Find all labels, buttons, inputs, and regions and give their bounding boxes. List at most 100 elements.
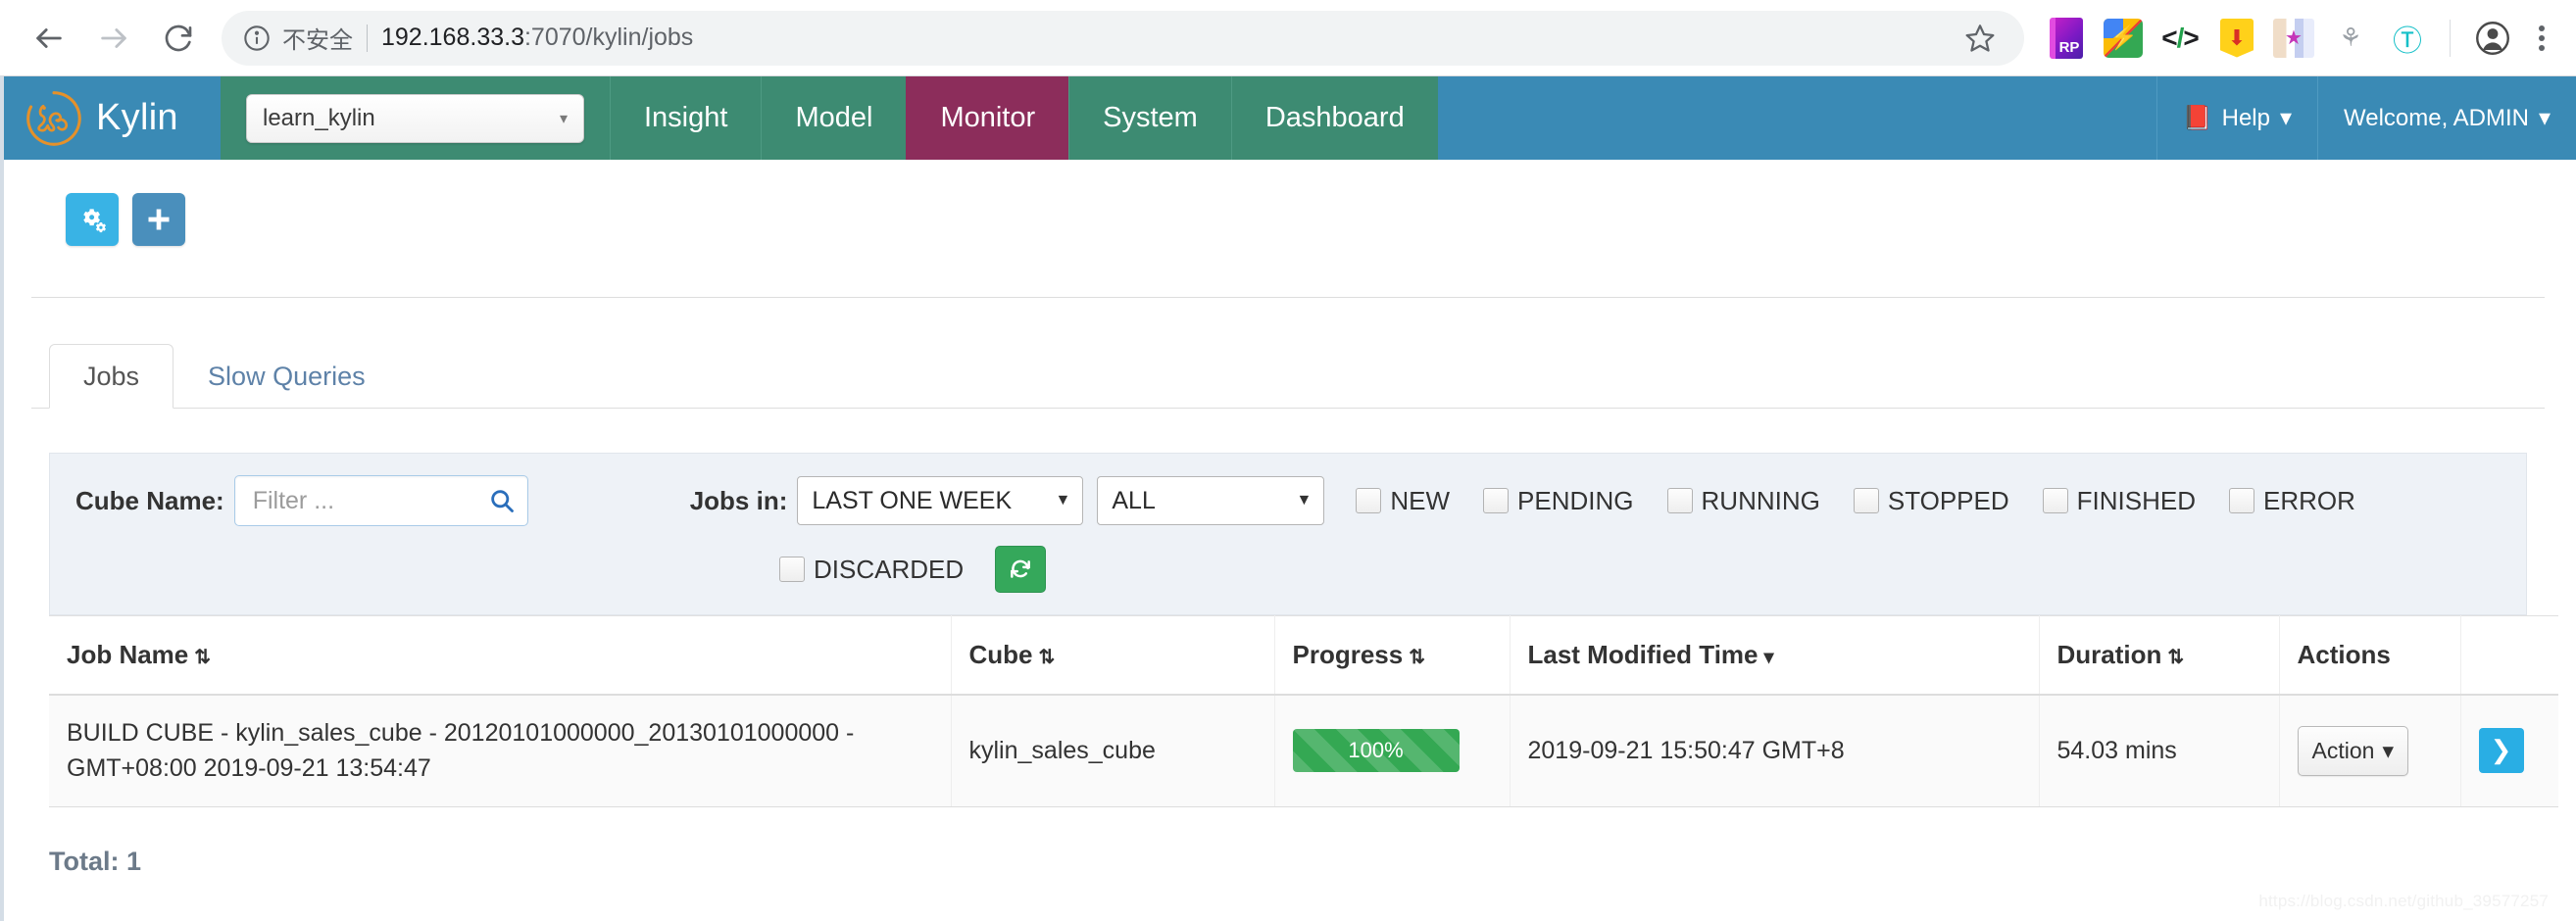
time-range-value: LAST ONE WEEK — [812, 486, 1013, 514]
chrome-menu-icon[interactable] — [2529, 24, 2554, 51]
checkbox-label-finished: FINISHED — [2076, 485, 2196, 515]
status-checkbox-error[interactable]: ERROR — [2228, 486, 2371, 516]
status-select[interactable]: ALL ▼ — [1097, 476, 1325, 525]
checkbox-label-discarded: DISCARDED — [814, 554, 965, 584]
nav-item-monitor[interactable]: Monitor — [906, 76, 1069, 160]
cell-cube: kylin_sales_cube — [951, 695, 1275, 807]
plus-icon — [148, 209, 170, 230]
nav-item-insight[interactable]: Insight — [610, 76, 761, 160]
chevron-down-icon: ▾ — [559, 110, 568, 127]
checkbox-discarded[interactable] — [779, 557, 805, 582]
table-header-row: Job Name ⇅ Cube ⇅ Progress ⇅ Last Modified … — [49, 615, 2558, 696]
checkbox-pending[interactable] — [1483, 488, 1510, 513]
address-bar[interactable]: 不安全 192.168.33.3:7070/kylin/jobs — [222, 10, 2024, 66]
column-label-progress: Progress — [1292, 640, 1404, 669]
progress-bar-wrap: 100% — [1292, 729, 1460, 773]
refresh-icon — [1011, 559, 1031, 578]
column-label-job-name: Job Name — [67, 640, 189, 669]
cell-progress: 100% — [1274, 695, 1511, 807]
chevron-down-icon: ▾ — [2382, 737, 2394, 763]
brand-title: Kylin — [96, 97, 178, 138]
project-select[interactable]: learn_kylin ▾ — [246, 93, 584, 143]
status-checkbox-finished[interactable]: FINISHED — [2042, 485, 2211, 516]
column-label-actions: Actions — [2297, 640, 2391, 669]
rp-extension-icon[interactable]: RP — [2046, 17, 2087, 59]
cell-duration: 54.03 mins — [2039, 695, 2280, 807]
t-extension-icon[interactable]: Ⓣ — [2387, 18, 2428, 59]
checkbox-stopped[interactable] — [1853, 488, 1879, 513]
jobs-filter-panel: Cube Name: Jobs in: LAST ONE WEEK ▼ ALL … — [49, 453, 2527, 615]
tab-jobs[interactable]: Jobs — [49, 344, 174, 409]
checkbox-running[interactable] — [1666, 488, 1693, 513]
profile-avatar-icon[interactable] — [2472, 18, 2513, 59]
action-dropdown-button[interactable]: Action ▾ — [2297, 725, 2408, 776]
checkbox-label-pending: PENDING — [1517, 485, 1634, 515]
cube-name-filter[interactable] — [233, 475, 528, 526]
column-label-duration: Duration — [2056, 640, 2162, 669]
checkbox-label-running: RUNNING — [1701, 485, 1820, 515]
status-checkbox-discarded[interactable]: DISCARDED — [779, 555, 979, 585]
toolbar-divider-line — [31, 297, 2545, 298]
sitemap-extension-icon[interactable]: ⚘ — [2330, 18, 2371, 59]
status-checkbox-pending[interactable]: PENDING — [1483, 486, 1649, 516]
checkbox-new[interactable] — [1356, 488, 1382, 513]
jobs-table: Job Name ⇅ Cube ⇅ Progress ⇅ Last Modified … — [49, 615, 2558, 807]
checkbox-finished[interactable] — [2042, 488, 2068, 513]
column-header-cube[interactable]: Cube ⇅ — [951, 615, 1275, 696]
sort-icon-duration[interactable]: ⇅ — [2167, 645, 2184, 669]
forward-button[interactable] — [86, 11, 141, 66]
lanzou-extension-icon[interactable] — [2103, 18, 2144, 59]
info-circle-icon[interactable] — [243, 24, 271, 52]
status-checkbox-running[interactable]: RUNNING — [1666, 485, 1836, 516]
cell-detail: ❯ — [2460, 695, 2558, 807]
page-content: Jobs Slow Queries Cube Name: Jobs in: LA… — [0, 160, 2576, 877]
url-path: :7070/kylin/jobs — [523, 24, 694, 51]
user-menu-label: Welcome, ADMIN — [2344, 104, 2529, 131]
main-nav-items: Insight Model Monitor System Dashboard — [610, 76, 1438, 160]
tab-slow-queries[interactable]: Slow Queries — [173, 344, 400, 409]
sort-icon-last-modified[interactable]: ▾ — [1764, 645, 1774, 669]
add-button[interactable] — [132, 193, 185, 246]
table-row[interactable]: BUILD CUBE - kylin_sales_cube - 20120101… — [49, 695, 2558, 807]
status-checkbox-stopped[interactable]: STOPPED — [1853, 486, 2025, 516]
filter-row-primary: Cube Name: Jobs in: LAST ONE WEEK ▼ ALL … — [75, 475, 2501, 526]
refresh-button[interactable] — [995, 546, 1047, 593]
column-label-cube: Cube — [968, 640, 1033, 669]
search-icon[interactable] — [488, 487, 516, 514]
code-extension-icon[interactable]: </> — [2159, 18, 2201, 59]
column-label-last-modified: Last Modified Time — [1527, 640, 1759, 669]
download-extension-icon[interactable]: ⬇ — [2216, 18, 2257, 59]
bookmark-star-icon[interactable] — [1956, 14, 2005, 63]
back-button[interactable] — [22, 11, 76, 66]
nav-item-system[interactable]: System — [1068, 76, 1231, 160]
cell-last-modified: 2019-09-21 15:50:47 GMT+8 — [1510, 695, 2040, 807]
column-header-progress[interactable]: Progress ⇅ — [1274, 615, 1511, 696]
cube-name-input[interactable] — [250, 485, 488, 516]
status-checkbox-new[interactable]: NEW — [1356, 486, 1465, 516]
user-menu[interactable]: Welcome, ADMIN ▾ — [2317, 76, 2576, 160]
url-text: 192.168.33.3:7070/kylin/jobs — [381, 24, 693, 52]
checkbox-error[interactable] — [2228, 488, 2254, 513]
nav-item-model[interactable]: Model — [761, 76, 906, 160]
help-menu[interactable]: 📕 Help ▾ — [2155, 76, 2317, 160]
bookmark-extension-icon[interactable] — [2273, 18, 2314, 59]
job-detail-button[interactable]: ❯ — [2478, 728, 2524, 774]
book-icon: 📕 — [2182, 105, 2212, 131]
navbar-right-group: 📕 Help ▾ Welcome, ADMIN ▾ — [2155, 76, 2576, 160]
toolbar-divider — [2450, 19, 2451, 57]
sort-icon-progress[interactable]: ⇅ — [1409, 645, 1425, 669]
brand-home-link[interactable]: Kylin — [0, 76, 221, 160]
cell-actions: Action ▾ — [2279, 695, 2461, 807]
nav-item-dashboard[interactable]: Dashboard — [1230, 76, 1438, 160]
sort-icon-cube[interactable]: ⇅ — [1039, 645, 1056, 669]
sort-icon-job-name[interactable]: ⇅ — [194, 645, 211, 669]
column-header-job-name[interactable]: Job Name ⇅ — [49, 615, 952, 696]
omnibox-divider — [367, 24, 368, 52]
reload-button[interactable] — [151, 11, 206, 66]
jobs-in-label: Jobs in: — [689, 485, 788, 515]
column-header-duration[interactable]: Duration ⇅ — [2039, 615, 2280, 696]
column-header-detail — [2460, 615, 2558, 696]
time-range-select[interactable]: LAST ONE WEEK ▼ — [797, 476, 1084, 525]
column-header-last-modified[interactable]: Last Modified Time ▾ — [1510, 615, 2040, 696]
settings-button[interactable] — [66, 193, 119, 246]
